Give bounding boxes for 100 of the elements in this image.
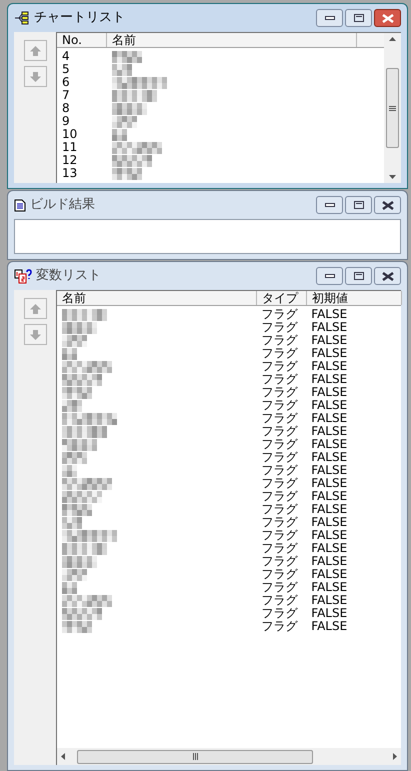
table-cell-text: フラグ	[260, 360, 299, 373]
table-cell-text: フラグ	[260, 412, 299, 425]
table-cell-text: フラグ	[260, 529, 299, 542]
pixelated-block	[62, 542, 107, 554]
maximize-button[interactable]	[345, 196, 372, 214]
table-cell-text: フラグ	[260, 542, 299, 555]
table-cell-text: FALSE	[310, 607, 348, 620]
pixelated-block	[112, 90, 157, 102]
table-cell-text: フラグ	[260, 503, 299, 516]
pixelated-block	[62, 426, 107, 438]
close-button[interactable]	[374, 9, 401, 27]
close-icon	[382, 14, 394, 22]
table-cell-text: フラグ	[260, 594, 299, 607]
table-cell-text: フラグ	[260, 490, 299, 503]
maximize-button[interactable]	[345, 9, 372, 27]
pixelated-block	[62, 608, 102, 620]
maximize-icon	[354, 201, 364, 209]
pixelated-block	[62, 322, 97, 334]
table-cell-text: フラグ	[260, 321, 299, 334]
table-cell-text: フラグ	[260, 373, 299, 386]
table-cell-text: FALSE	[310, 542, 348, 555]
table-cell-text: フラグ	[260, 516, 299, 529]
table-cell-text: FALSE	[310, 308, 348, 321]
table-cell-text: フラグ	[260, 438, 299, 451]
close-button[interactable]	[374, 196, 401, 214]
table-cell-text: FALSE	[310, 555, 348, 568]
minimize-button[interactable]	[316, 196, 343, 214]
minimize-button[interactable]	[316, 267, 343, 285]
row-number: 6	[61, 76, 71, 89]
row-number: 7	[61, 89, 71, 102]
pixelated-block	[112, 168, 142, 180]
scroll-up-icon[interactable]	[389, 37, 396, 41]
table-cell-text: FALSE	[310, 451, 348, 464]
minimize-icon	[324, 274, 334, 278]
table-cell-text: フラグ	[260, 464, 299, 477]
table-cell-text: フラグ	[260, 568, 299, 581]
document-icon	[14, 198, 26, 212]
table-cell-text: フラグ	[260, 399, 299, 412]
minimize-button[interactable]	[316, 9, 343, 27]
column-header: 名前	[107, 33, 357, 47]
table-cell-text: FALSE	[310, 425, 348, 438]
up-arrow-icon	[28, 44, 42, 56]
scroll-left-icon[interactable]	[61, 753, 65, 760]
table-cell-text: FALSE	[310, 529, 348, 542]
pixelated-block	[62, 556, 97, 568]
grip-icon	[192, 753, 198, 760]
table-cell-text: FALSE	[310, 581, 348, 594]
table-cell-text: FALSE	[310, 347, 348, 360]
table-cell-text: フラグ	[260, 581, 299, 594]
table-cell-text: フラグ	[260, 451, 299, 464]
pixelated-block	[112, 102, 147, 114]
column-header: No.	[57, 33, 107, 47]
table-cell-text: FALSE	[310, 477, 348, 490]
pixelated-block	[62, 620, 92, 632]
table-cell-text: FALSE	[310, 399, 348, 412]
scroll-thumb[interactable]	[386, 68, 399, 148]
table-cell-text: フラグ	[260, 308, 299, 321]
column-header: タイプ	[257, 291, 307, 305]
table-cell-text: FALSE	[310, 334, 348, 347]
panel-title: チャートリスト	[34, 9, 126, 28]
table-cell-text: フラグ	[260, 386, 299, 399]
minimize-icon	[324, 16, 334, 20]
panel-title: 変数リスト	[36, 267, 102, 286]
variables-icon	[14, 268, 32, 284]
table-cell-text: フラグ	[260, 477, 299, 490]
row-number: 13	[61, 167, 78, 180]
close-button[interactable]	[374, 267, 401, 285]
minimize-icon	[324, 203, 334, 207]
table-cell-text: FALSE	[310, 490, 348, 503]
down-arrow-icon	[28, 328, 42, 340]
pixelated-block	[62, 490, 102, 502]
down-arrow-icon	[28, 70, 42, 82]
maximize-button[interactable]	[345, 267, 372, 285]
table-cell-text: FALSE	[310, 373, 348, 386]
row-number: 10	[61, 128, 78, 141]
table-cell-text: フラグ	[260, 607, 299, 620]
pixelated-block	[62, 308, 107, 320]
scroll-thumb[interactable]	[77, 750, 313, 764]
scroll-right-icon[interactable]	[393, 753, 397, 760]
maximize-icon	[354, 272, 364, 280]
row-number: 4	[61, 50, 71, 63]
scroll-down-icon[interactable]	[389, 175, 396, 179]
table-cell-text: フラグ	[260, 425, 299, 438]
pixelated-block	[112, 154, 152, 166]
close-icon	[382, 272, 394, 280]
table-cell-text: FALSE	[310, 464, 348, 477]
table-cell-text: フラグ	[260, 555, 299, 568]
table-cell-text: FALSE	[310, 386, 348, 399]
tree-icon	[14, 11, 30, 25]
panel-title: ビルド結果	[30, 196, 96, 214]
table-cell-text: FALSE	[310, 594, 348, 607]
pixelated-block	[62, 374, 102, 386]
table-cell-text: FALSE	[310, 321, 348, 334]
grip-icon	[389, 106, 396, 110]
table-cell-text: FALSE	[310, 412, 348, 425]
row-number: 9	[61, 115, 71, 128]
row-number: 11	[61, 141, 78, 154]
column-header: 名前	[57, 291, 257, 305]
table-cell-text: FALSE	[310, 503, 348, 516]
table-cell-text: FALSE	[310, 360, 348, 373]
